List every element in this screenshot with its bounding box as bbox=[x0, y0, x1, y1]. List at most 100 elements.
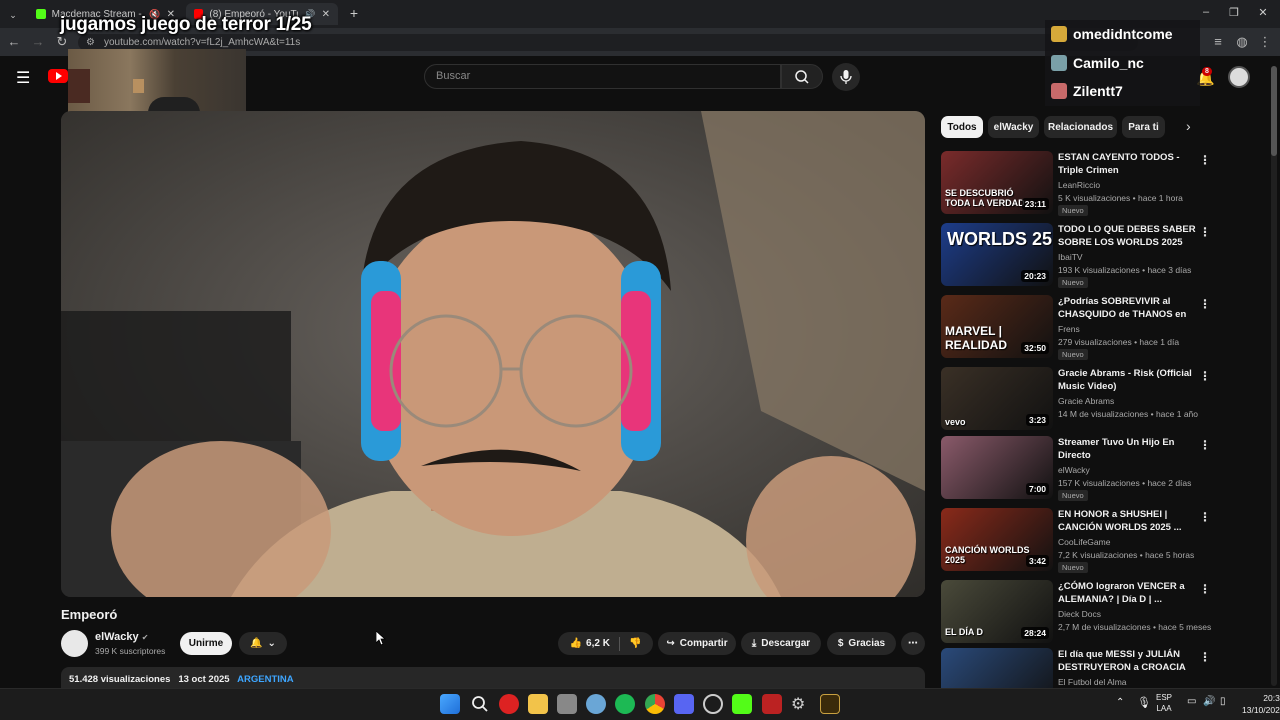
search-icon[interactable] bbox=[470, 694, 490, 714]
chevron-up-icon[interactable]: ⌃ bbox=[1116, 697, 1124, 708]
more-options-icon[interactable]: ⋮ bbox=[1199, 438, 1211, 452]
settings-gear-icon[interactable]: ⚙ bbox=[791, 694, 811, 714]
recommendation-title[interactable]: EN HONOR a SHUSHEI | CANCIÓN WORLDS 2025… bbox=[1058, 508, 1198, 534]
recommendation-title[interactable]: ESTAN CAYENTO TODOS - Triple Crimen bbox=[1058, 151, 1198, 177]
app-gray-icon[interactable] bbox=[557, 694, 577, 714]
search-input[interactable]: Buscar bbox=[424, 64, 781, 89]
video-thumbnail[interactable]: 7:00 bbox=[941, 436, 1053, 499]
windows-start-icon[interactable] bbox=[440, 694, 460, 714]
more-options-icon[interactable]: ⋮ bbox=[1199, 369, 1211, 383]
recommendation-title[interactable]: TODO LO QUE DEBES SABER SOBRE LOS WORLDS… bbox=[1058, 223, 1198, 249]
chip-para-ti[interactable]: Para ti bbox=[1122, 116, 1165, 138]
recommendation-card[interactable]: CANCIÓN WORLDS 2025 3:42 EN HONOR a SHUSHE… bbox=[941, 508, 1211, 573]
recommendation-card[interactable]: WORLDS 25 20:23 TODO LO QUE DEBES SABER SO… bbox=[941, 223, 1211, 288]
video-thumbnail[interactable]: WORLDS 25 20:23 bbox=[941, 223, 1053, 286]
voice-search-button[interactable] bbox=[832, 63, 860, 91]
channel-avatar[interactable] bbox=[61, 630, 88, 657]
network-icon[interactable]: ▭ bbox=[1187, 696, 1196, 707]
video-thumbnail[interactable]: SE DESCUBRIÓ TODA LA VERDAD 23:11 bbox=[941, 151, 1053, 214]
chrome-icon[interactable] bbox=[645, 694, 665, 714]
chip-elwacky[interactable]: elWacky bbox=[988, 116, 1039, 138]
chat-user-row: omedidntcome bbox=[1051, 26, 1173, 42]
recommendation-card[interactable]: EL DÍA D 28:24 ¿CÓMO lograron VENCER a ALE… bbox=[941, 580, 1211, 644]
maximize-button[interactable]: ❐ bbox=[1224, 6, 1244, 19]
forward-button[interactable]: → bbox=[30, 34, 46, 49]
more-options-icon[interactable]: ⋮ bbox=[1199, 650, 1211, 664]
chip-todos[interactable]: Todos bbox=[941, 116, 983, 138]
recommendation-card[interactable]: SE DESCUBRIÓ TODA LA VERDAD 23:11 ESTAN CA… bbox=[941, 151, 1211, 216]
video-thumbnail[interactable]: MARVEL | REALIDAD 32:50 bbox=[941, 295, 1053, 358]
app-red-icon[interactable] bbox=[499, 694, 519, 714]
file-explorer-icon[interactable] bbox=[528, 694, 548, 714]
language-indicator[interactable]: ESP LAA bbox=[1156, 692, 1172, 714]
profile-icon[interactable]: ◍ bbox=[1234, 34, 1250, 50]
scrollbar[interactable] bbox=[1271, 66, 1277, 686]
more-options-icon[interactable]: ⋮ bbox=[1199, 297, 1211, 311]
app-circle-icon[interactable] bbox=[703, 694, 723, 714]
join-button[interactable]: Unirme bbox=[180, 632, 232, 655]
recommendation-channel[interactable]: Frens bbox=[1058, 324, 1080, 334]
recommendation-channel[interactable]: elWacky bbox=[1058, 465, 1090, 475]
reload-button[interactable]: ↻ bbox=[54, 34, 70, 50]
channel-name[interactable]: elWacky ✔ bbox=[95, 631, 148, 643]
back-button[interactable]: ← bbox=[6, 34, 22, 49]
volume-icon[interactable]: 🔊 bbox=[1203, 696, 1215, 707]
recommendation-card[interactable]: El día que MESSI y JULIÁN DESTRUYERON a … bbox=[941, 648, 1211, 688]
youtube-logo-icon[interactable] bbox=[48, 69, 68, 83]
more-options-icon[interactable]: ⋮ bbox=[1199, 582, 1211, 596]
account-avatar[interactable] bbox=[1228, 66, 1250, 88]
tab-list-button[interactable]: ⌄ bbox=[4, 4, 22, 26]
menu-icon[interactable]: ⋮ bbox=[1257, 34, 1273, 50]
search-icon bbox=[795, 70, 809, 84]
video-thumbnail[interactable]: vevo 3:23 bbox=[941, 367, 1053, 430]
battery-icon[interactable]: ▯ bbox=[1220, 696, 1226, 707]
recommendation-channel[interactable]: El Futbol del Alma bbox=[1058, 677, 1127, 687]
chevron-right-icon[interactable]: › bbox=[1186, 118, 1191, 134]
like-button[interactable]: 👍 6,2 K bbox=[570, 638, 610, 649]
new-tab-button[interactable]: + bbox=[344, 5, 364, 21]
microphone-icon[interactable]: 🎙 bbox=[1137, 696, 1151, 709]
league-of-legends-icon[interactable] bbox=[820, 694, 840, 714]
close-icon[interactable]: ✕ bbox=[322, 9, 330, 20]
minimize-button[interactable]: – bbox=[1196, 6, 1216, 18]
recommendation-title[interactable]: Streamer Tuvo Un Hijo En Directo bbox=[1058, 436, 1198, 462]
download-button[interactable]: ⤓ Descargar bbox=[741, 632, 821, 655]
recommendation-channel[interactable]: Dieck Docs bbox=[1058, 609, 1101, 619]
video-thumbnail[interactable] bbox=[941, 648, 1053, 688]
clock[interactable]: 20:31 13/10/2025 bbox=[1242, 692, 1280, 716]
recommendation-channel[interactable]: IbaiTV bbox=[1058, 252, 1083, 262]
spotify-icon[interactable] bbox=[615, 694, 635, 714]
more-options-icon[interactable]: ⋮ bbox=[1199, 153, 1211, 167]
kick-icon[interactable] bbox=[732, 694, 752, 714]
video-player[interactable] bbox=[61, 111, 925, 597]
playlist-icon[interactable]: ≡ bbox=[1210, 34, 1226, 49]
recommendation-channel[interactable]: LeanRiccio bbox=[1058, 180, 1100, 190]
recommendation-card[interactable]: vevo 3:23 Gracie Abrams - Risk (Official M… bbox=[941, 367, 1211, 431]
video-thumbnail[interactable]: CANCIÓN WORLDS 2025 3:42 bbox=[941, 508, 1053, 571]
video-thumbnail[interactable]: EL DÍA D 28:24 bbox=[941, 580, 1053, 643]
discord-icon[interactable] bbox=[674, 694, 694, 714]
thanks-button[interactable]: $ Gracias bbox=[827, 632, 896, 655]
recommendation-title[interactable]: ¿CÓMO lograron VENCER a ALEMANIA? | Día … bbox=[1058, 580, 1198, 606]
close-window-button[interactable]: ✕ bbox=[1253, 6, 1273, 19]
recommendation-card[interactable]: 7:00 Streamer Tuvo Un Hijo En Directo elWa… bbox=[941, 436, 1211, 501]
more-options-icon[interactable]: ⋮ bbox=[1199, 510, 1211, 524]
search-button[interactable] bbox=[781, 64, 823, 89]
recommendation-card[interactable]: MARVEL | REALIDAD 32:50 ¿Podrías SOBREVIVI… bbox=[941, 295, 1211, 360]
scrollbar-thumb[interactable] bbox=[1271, 66, 1277, 156]
recommendation-channel[interactable]: Gracie Abrams bbox=[1058, 396, 1114, 406]
hashtag-link[interactable]: ARGENTINA bbox=[237, 674, 293, 685]
recommendation-title[interactable]: Gracie Abrams - Risk (Official Music Vid… bbox=[1058, 367, 1198, 393]
voicemeeter-icon[interactable] bbox=[762, 694, 782, 714]
share-button[interactable]: ↪ Compartir bbox=[658, 632, 736, 655]
recommendation-title[interactable]: ¿Podrías SOBREVIVIR al CHASQUIDO de THAN… bbox=[1058, 295, 1198, 322]
recommendation-channel[interactable]: CooLifeGame bbox=[1058, 537, 1110, 547]
app-globe-icon[interactable] bbox=[586, 694, 606, 714]
recommendation-title[interactable]: El día que MESSI y JULIÁN DESTRUYERON a … bbox=[1058, 648, 1198, 674]
subscription-bell-button[interactable]: 🔔 ⌄ bbox=[239, 632, 287, 655]
more-actions-button[interactable]: ⋯ bbox=[901, 632, 925, 655]
more-options-icon[interactable]: ⋮ bbox=[1199, 225, 1211, 239]
chip-relacionados[interactable]: Relacionados bbox=[1044, 116, 1117, 138]
hamburger-menu-icon[interactable]: ☰ bbox=[16, 68, 30, 88]
thumbs-down-icon[interactable]: 👎 bbox=[629, 638, 641, 649]
